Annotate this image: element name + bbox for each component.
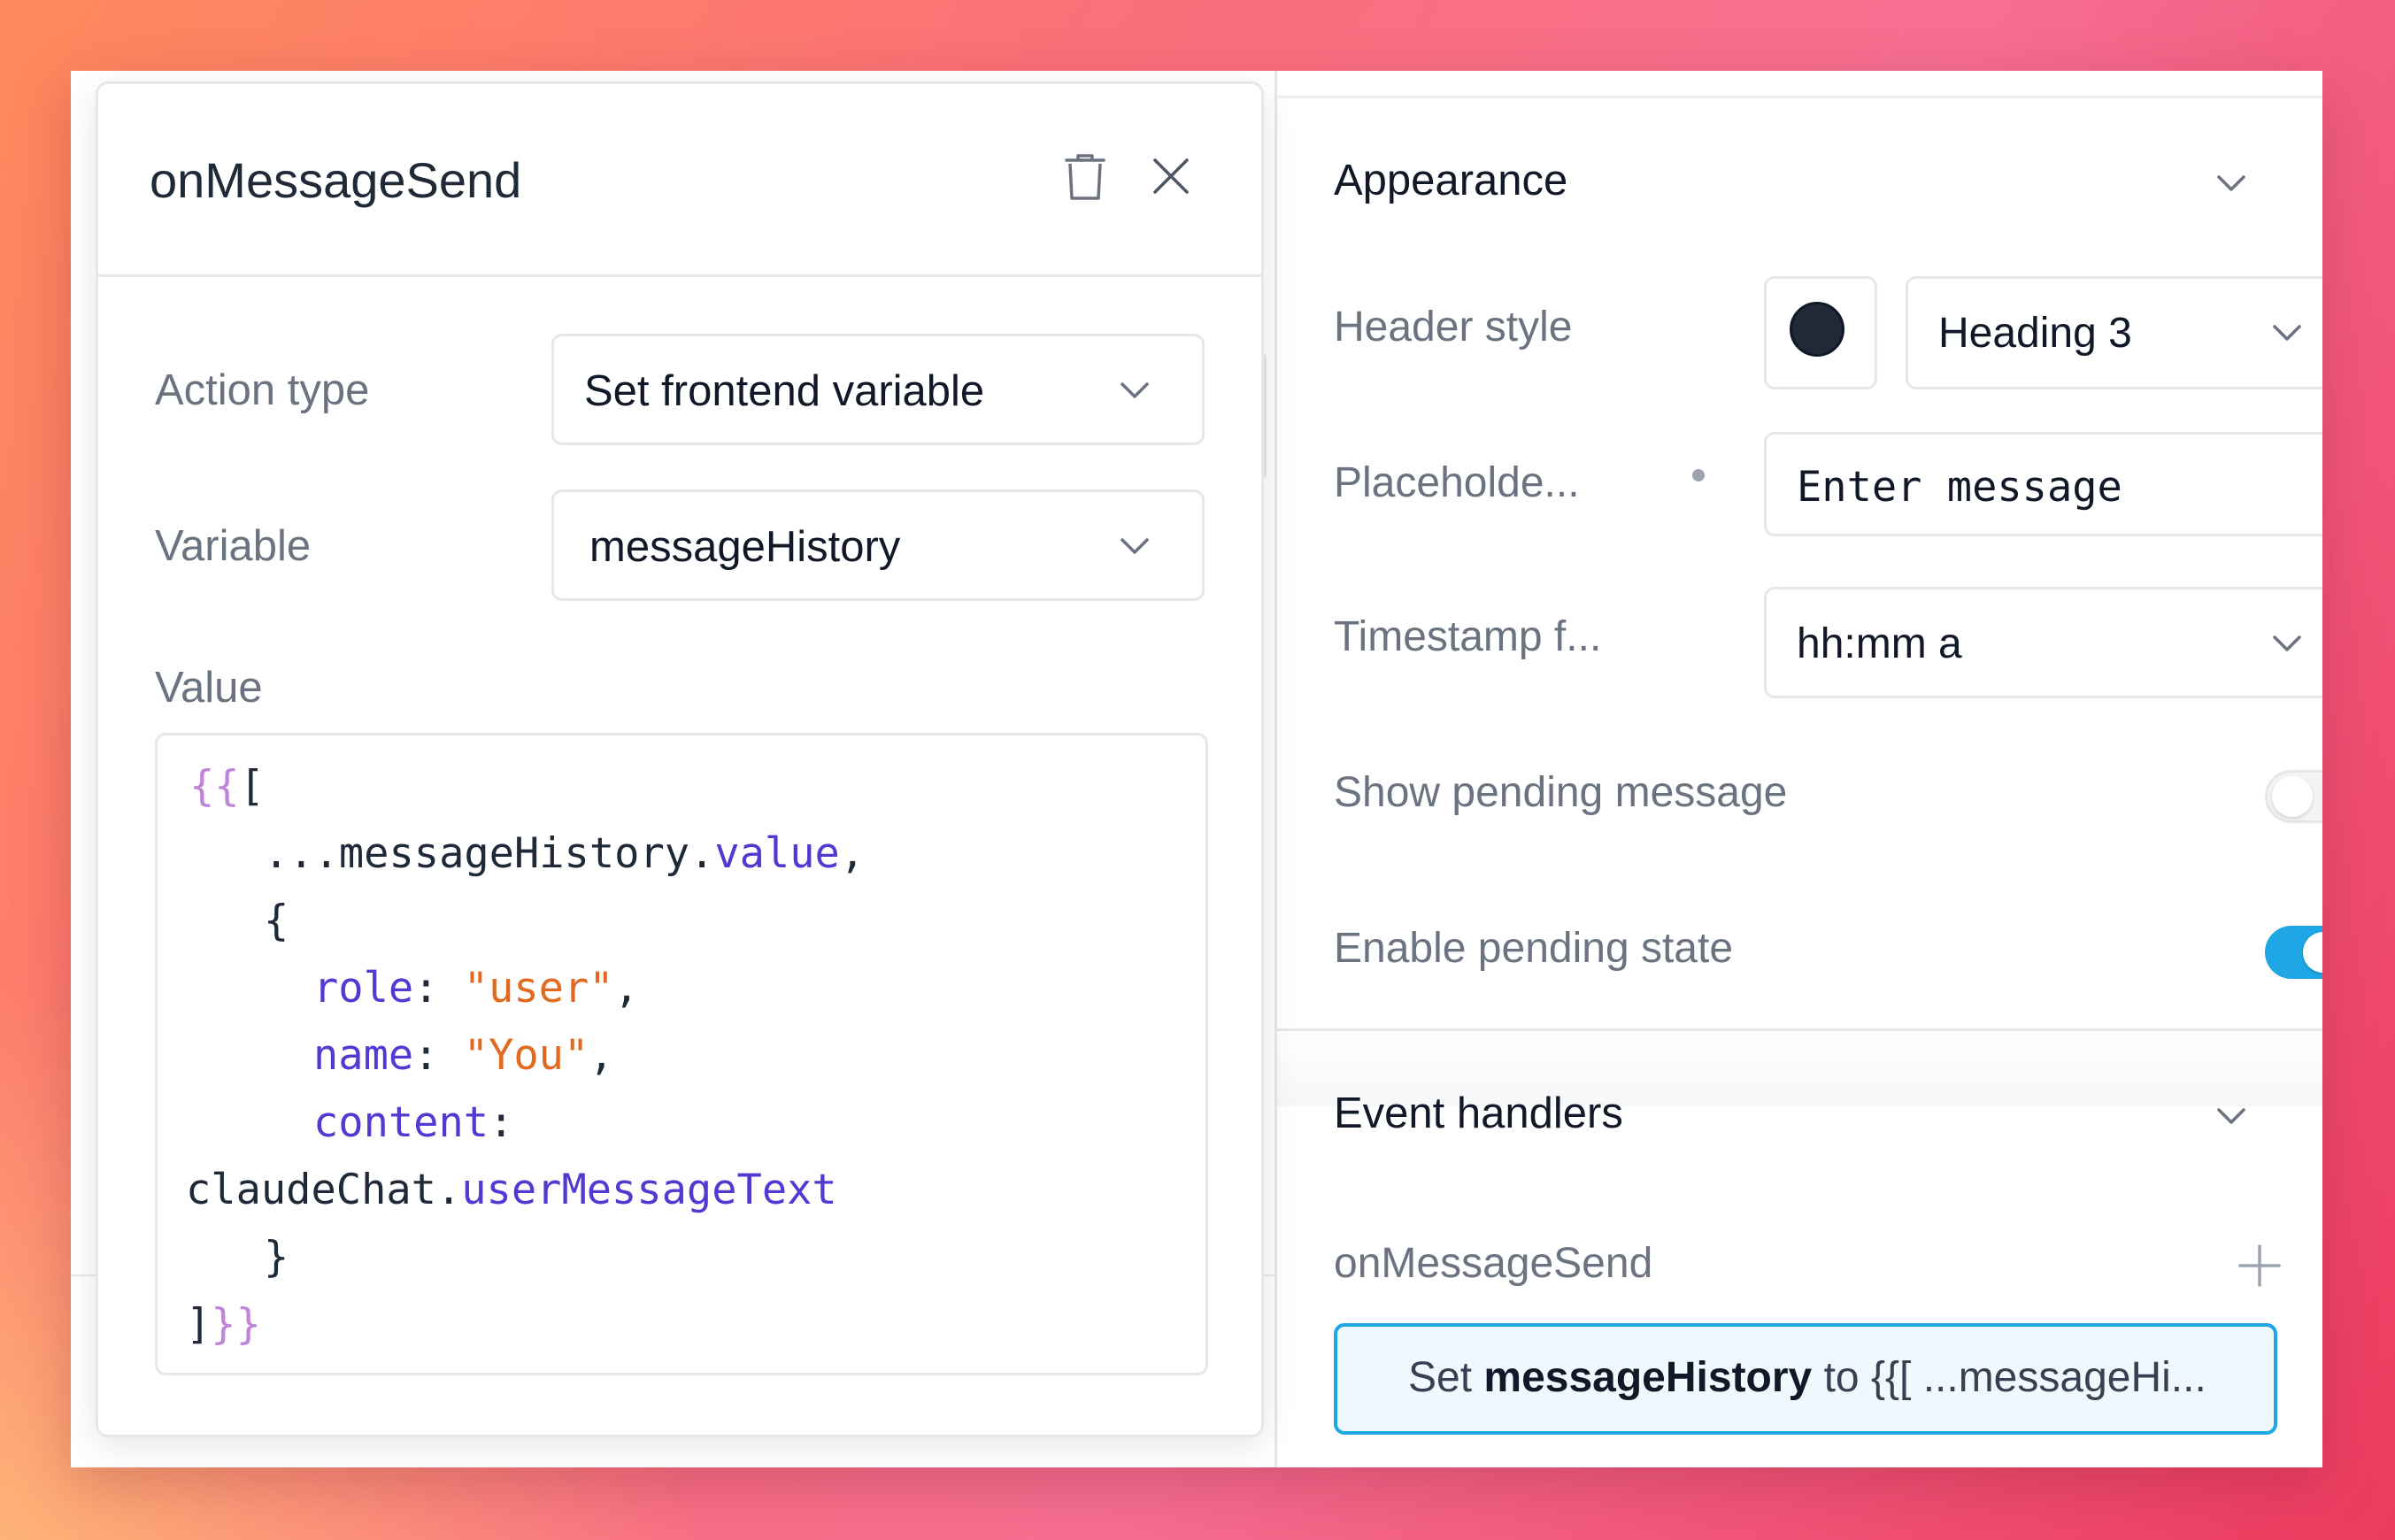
- popover-title: onMessageSend: [150, 152, 522, 208]
- timestamp-format-label: Timestamp f...: [1334, 613, 1602, 660]
- code-line-8: }: [264, 1233, 289, 1282]
- variable-label: Variable: [155, 522, 312, 570]
- variable-value: messageHistory: [589, 523, 901, 571]
- event-handlers-section-title[interactable]: Event handlers: [1334, 1089, 1623, 1138]
- close-icon[interactable]: [1150, 155, 1192, 197]
- toggle-knob: [2303, 932, 2322, 973]
- code-line-7: claudeChat.userMessageText: [186, 1166, 837, 1214]
- placeholder-value: Enter message: [1797, 463, 2122, 512]
- section-divider: [1277, 1028, 2322, 1031]
- code-line-3: {: [264, 897, 289, 945]
- chevron-down-icon[interactable]: [2214, 165, 2249, 200]
- code-line-6: content:: [313, 1098, 514, 1147]
- code-line-9: ]}}: [186, 1300, 261, 1349]
- header-color-picker[interactable]: [1764, 276, 1877, 389]
- event-handler-summary: Set messageHistory to {{[ ...messageHi..…: [1408, 1354, 2206, 1401]
- code-line-5: name: "You",: [313, 1031, 614, 1080]
- action-type-label: Action type: [155, 366, 370, 414]
- header-style-value: Heading 3: [1938, 310, 2132, 357]
- code-line-4: role: "user",: [313, 964, 639, 1013]
- code-line-1: {{[: [189, 762, 265, 811]
- enable-pending-label: Enable pending state: [1334, 925, 1734, 972]
- timestamp-format-select[interactable]: hh:mm a: [1764, 587, 2322, 698]
- action-type-select[interactable]: Set frontend variable: [551, 334, 1205, 445]
- header-color-swatch: [1790, 302, 1844, 357]
- popover-header-divider: [98, 274, 1261, 277]
- value-label: Value: [155, 664, 263, 712]
- appearance-section-title[interactable]: Appearance: [1334, 156, 1567, 205]
- info-icon[interactable]: [1692, 469, 1705, 481]
- placeholder-label: Placeholde...: [1334, 459, 1580, 506]
- chevron-down-icon: [2269, 625, 2305, 660]
- inspector-panel: Appearance Header style Heading 3 Placeh…: [1275, 71, 2322, 1467]
- chevron-down-icon: [2269, 314, 2305, 350]
- app-window: Appearance Header style Heading 3 Placeh…: [71, 71, 2322, 1467]
- event-handler-popover: onMessageSend Action type Set frontend v…: [96, 81, 1264, 1437]
- code-line-2: ...messageHistory.value,: [264, 829, 866, 878]
- toggle-knob: [2272, 776, 2313, 817]
- header-style-label: Header style: [1334, 304, 1573, 350]
- chevron-down-icon: [1117, 372, 1152, 407]
- action-type-value: Set frontend variable: [584, 367, 985, 415]
- header-style-select[interactable]: Heading 3: [1906, 276, 2322, 389]
- timestamp-format-value: hh:mm a: [1797, 620, 1962, 667]
- event-handler-item[interactable]: Set messageHistory to {{[ ...messageHi..…: [1334, 1323, 2277, 1435]
- show-pending-toggle[interactable]: [2265, 770, 2322, 823]
- chevron-down-icon[interactable]: [2214, 1097, 2249, 1133]
- chevron-down-icon: [1117, 527, 1152, 563]
- enable-pending-toggle[interactable]: [2265, 926, 2322, 979]
- inspector-top-divider: [1277, 96, 2322, 98]
- plus-icon[interactable]: [2235, 1241, 2284, 1290]
- value-code-editor[interactable]: {{[ ...messageHistory.value, { role: "us…: [155, 733, 1208, 1375]
- event-name-label: onMessageSend: [1334, 1240, 1653, 1287]
- trash-icon[interactable]: [1063, 151, 1107, 203]
- placeholder-input[interactable]: Enter message: [1764, 432, 2322, 536]
- show-pending-label: Show pending message: [1334, 769, 1788, 816]
- variable-select[interactable]: messageHistory: [551, 489, 1205, 601]
